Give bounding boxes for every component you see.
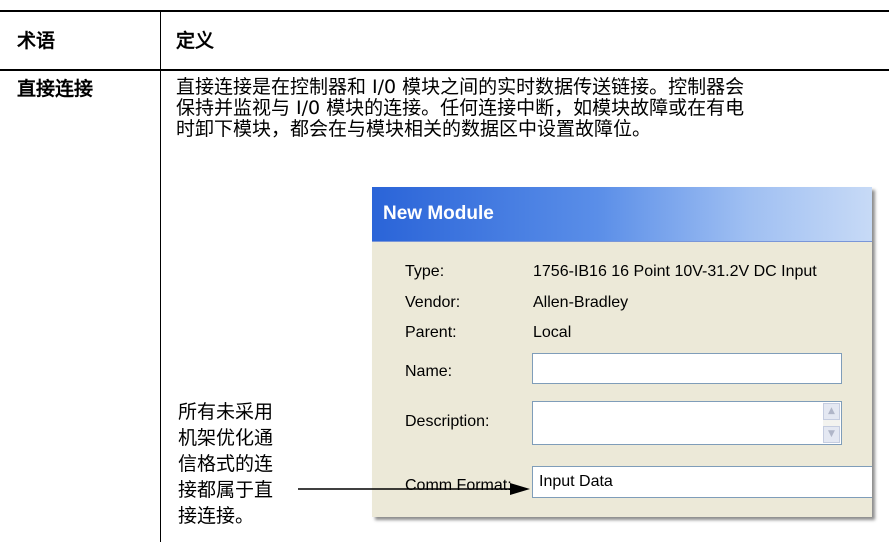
description-input[interactable]: ▲ ▼ bbox=[532, 401, 842, 445]
table-header-rule bbox=[0, 69, 889, 71]
name-input[interactable] bbox=[532, 353, 842, 384]
callout-note: 所有未采用 机架优化通 信格式的连 接都属于直 接连接。 bbox=[178, 399, 308, 529]
type-value: 1756-IB16 16 Point 10V-31.2V DC Input bbox=[533, 263, 817, 280]
description-scrollbar[interactable]: ▲ ▼ bbox=[823, 403, 840, 443]
header-term: 术语 bbox=[17, 30, 56, 52]
type-label: Type: bbox=[405, 263, 445, 280]
definition-line: 保持并监视与 I/0 模块的连接。任何连接中断，如模块故障或在有电 bbox=[176, 97, 745, 119]
scroll-down-icon[interactable]: ▼ bbox=[823, 426, 840, 443]
definition-line: 直接连接是在控制器和 I/0 模块之间的实时数据传送链接。控制器会 bbox=[176, 76, 745, 98]
comm-format-label: Comm Format: bbox=[405, 477, 512, 494]
table-column-divider bbox=[160, 12, 161, 542]
vendor-label: Vendor: bbox=[405, 294, 461, 311]
new-module-dialog: New Module Type: 1756-IB16 16 Point 10V-… bbox=[372, 187, 872, 517]
name-label: Name: bbox=[405, 363, 453, 380]
comm-format-select[interactable]: Input Data bbox=[532, 466, 872, 498]
table-top-rule bbox=[0, 10, 889, 12]
parent-label: Parent: bbox=[405, 324, 457, 341]
term-direct-connection: 直接连接 bbox=[17, 78, 94, 100]
callout-line: 信格式的连 bbox=[178, 453, 274, 475]
definition-direct-connection: 直接连接是在控制器和 I/0 模块之间的实时数据传送链接。控制器会 保持并监视与… bbox=[176, 77, 866, 140]
vendor-value: Allen-Bradley bbox=[533, 294, 629, 311]
callout-line: 接连接。 bbox=[178, 505, 255, 527]
description-label: Description: bbox=[405, 413, 490, 430]
definition-line: 时卸下模块，都会在与模块相关的数据区中设置故障位。 bbox=[176, 118, 652, 140]
callout-line: 机架优化通 bbox=[178, 427, 274, 449]
header-definition: 定义 bbox=[176, 30, 215, 52]
scroll-up-icon[interactable]: ▲ bbox=[823, 403, 840, 420]
dialog-body: Type: 1756-IB16 16 Point 10V-31.2V DC In… bbox=[372, 242, 872, 517]
callout-line: 接都属于直 bbox=[178, 479, 274, 501]
parent-value: Local bbox=[533, 324, 572, 341]
dialog-title: New Module bbox=[383, 203, 494, 224]
callout-line: 所有未采用 bbox=[178, 401, 274, 423]
comm-format-value: Input Data bbox=[539, 473, 613, 490]
dialog-titlebar[interactable]: New Module bbox=[372, 187, 872, 242]
